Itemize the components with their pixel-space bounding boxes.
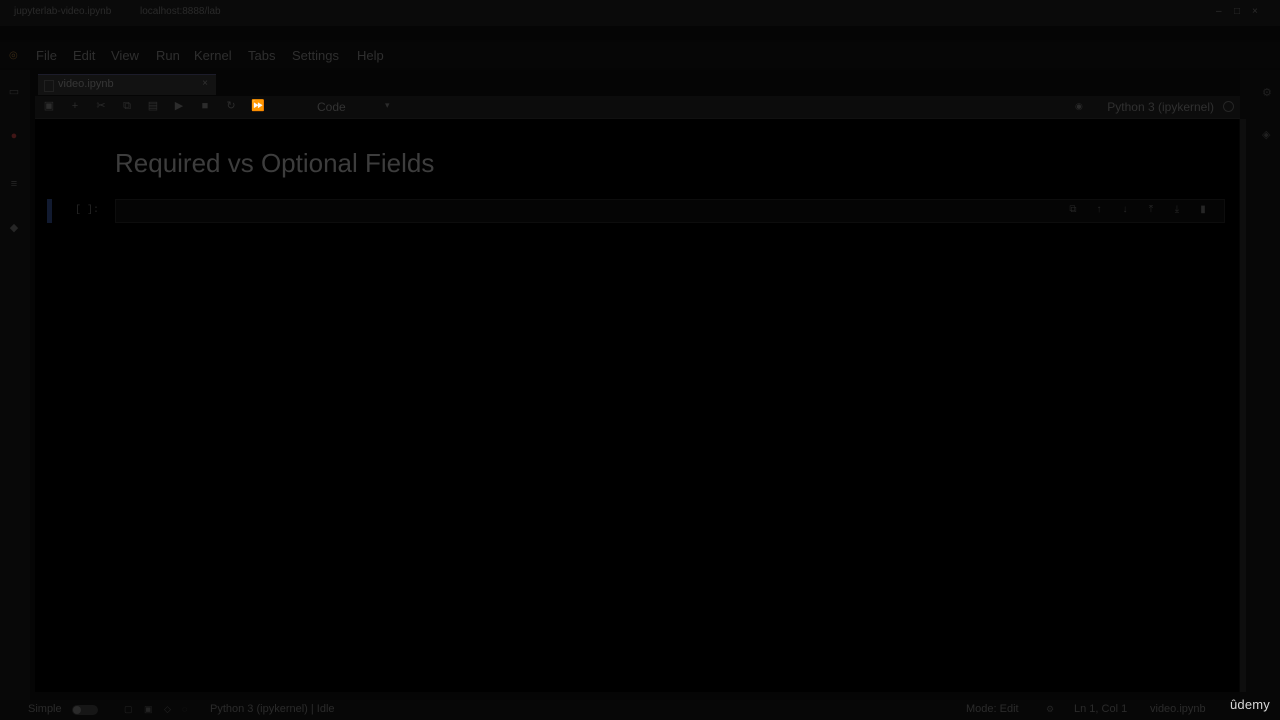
editor-mode: Mode: Edit xyxy=(966,703,1019,715)
simple-mode-label: Simple xyxy=(28,703,62,715)
close-tab-icon[interactable]: × xyxy=(202,78,208,89)
kernel-count-icon[interactable]: ▣ xyxy=(144,704,154,714)
insert-below-icon[interactable]: ⤓ xyxy=(1171,204,1183,216)
window-titlebar: jupyterlab-video.ipynb localhost:8888/la… xyxy=(0,0,1280,26)
terminal-count-icon[interactable]: ▢ xyxy=(124,704,134,714)
notebook-tab[interactable]: video.ipynb × xyxy=(38,74,216,95)
cut-icon[interactable]: ✂ xyxy=(95,100,107,112)
memory-icon[interactable]: ◌ xyxy=(182,704,192,714)
cell-input-editor[interactable] xyxy=(115,199,1225,223)
restart-icon[interactable]: ↻ xyxy=(225,100,237,112)
debugger-icon[interactable]: ◈ xyxy=(1262,128,1274,141)
close-icon[interactable]: × xyxy=(1252,7,1262,17)
menu-edit[interactable]: Edit xyxy=(73,48,95,63)
cursor-position[interactable]: Ln 1, Col 1 xyxy=(1074,703,1127,715)
property-inspector-icon[interactable]: ⚙ xyxy=(1262,86,1274,99)
left-sidebar: ▭ ● ≡ ◆ xyxy=(0,70,30,700)
menu-view[interactable]: View xyxy=(111,48,139,63)
browser-tab-1[interactable]: jupyterlab-video.ipynb xyxy=(14,6,111,17)
add-cell-icon[interactable]: + xyxy=(69,100,81,112)
notebook-tab-label: video.ipynb xyxy=(58,78,114,90)
move-down-icon[interactable]: ↓ xyxy=(1119,204,1131,216)
menu-kernel[interactable]: Kernel xyxy=(194,48,232,63)
code-cell[interactable]: [ ]: ⧉ ↑ ↓ ⤒ ⤓ ▮ xyxy=(47,199,1227,223)
run-icon[interactable]: ▶ xyxy=(173,100,185,112)
table-of-contents-icon[interactable]: ≡ xyxy=(8,178,20,190)
duplicate-cell-icon[interactable]: ⧉ xyxy=(1067,204,1079,216)
stop-icon[interactable]: ■ xyxy=(199,100,211,112)
jupyter-logo-icon: ◎ xyxy=(9,50,18,61)
active-cell-indicator xyxy=(47,199,52,223)
paste-icon[interactable]: ▤ xyxy=(147,100,159,112)
delete-cell-icon[interactable]: ▮ xyxy=(1197,204,1209,216)
notebook-toolbar: ▣ + ✂ ⧉ ▤ ▶ ■ ↻ ⏩ Code ▾ ◉ Python 3 (ipy… xyxy=(35,96,1240,119)
menu-settings[interactable]: Settings xyxy=(292,48,339,63)
chevron-down-icon[interactable]: ▾ xyxy=(385,100,390,111)
menu-bar: ◎ File Edit View Run Kernel Tabs Setting… xyxy=(0,42,1280,68)
notebook-scrollbar[interactable] xyxy=(1240,119,1246,692)
kernel-status-text[interactable]: Python 3 (ipykernel) | Idle xyxy=(210,703,335,715)
menu-run[interactable]: Run xyxy=(156,48,180,63)
right-sidebar: ⚙ ◈ xyxy=(1240,70,1280,700)
restart-run-all-icon[interactable]: ⏩ xyxy=(251,100,265,112)
maximize-icon[interactable]: □ xyxy=(1234,7,1244,17)
move-up-icon[interactable]: ↑ xyxy=(1093,204,1105,216)
sessions-icon[interactable]: ◇ xyxy=(164,704,174,714)
kernel-status-icon xyxy=(1223,101,1234,112)
cell-prompt: [ ]: xyxy=(75,205,100,216)
insert-above-icon[interactable]: ⤒ xyxy=(1145,204,1157,216)
menu-help[interactable]: Help xyxy=(357,48,384,63)
udemy-watermark: ûdemy xyxy=(1229,697,1270,712)
debug-icon[interactable]: ◉ xyxy=(1075,101,1085,111)
cell-toolbar: ⧉ ↑ ↓ ⤒ ⤓ ▮ xyxy=(1067,204,1217,218)
cell-type-select[interactable]: Code xyxy=(317,100,346,114)
save-icon[interactable]: ▣ xyxy=(43,100,55,112)
kernel-name[interactable]: Python 3 (ipykernel) xyxy=(1107,100,1214,114)
minimize-icon[interactable]: – xyxy=(1216,7,1226,17)
status-bar: Simple ▢ ▣ ◇ ◌ Python 3 (ipykernel) | Id… xyxy=(0,700,1280,720)
status-file-name: video.ipynb xyxy=(1150,703,1206,715)
markdown-heading: Required vs Optional Fields xyxy=(115,148,435,178)
menu-tabs[interactable]: Tabs xyxy=(248,48,275,63)
extension-manager-icon[interactable]: ◆ xyxy=(8,222,20,234)
notebook-file-icon xyxy=(44,80,54,92)
browser-tab-2[interactable]: localhost:8888/lab xyxy=(140,6,221,17)
file-browser-icon[interactable]: ▭ xyxy=(8,86,20,98)
simple-mode-toggle[interactable] xyxy=(72,705,98,715)
running-terminals-icon[interactable]: ● xyxy=(8,130,20,142)
copy-icon[interactable]: ⧉ xyxy=(121,100,133,112)
notebook-panel: Required vs Optional Fields [ ]: ⧉ ↑ ↓ ⤒… xyxy=(35,119,1239,692)
menu-file[interactable]: File xyxy=(36,48,57,63)
settings-gear-icon[interactable]: ⚙ xyxy=(1046,704,1056,714)
